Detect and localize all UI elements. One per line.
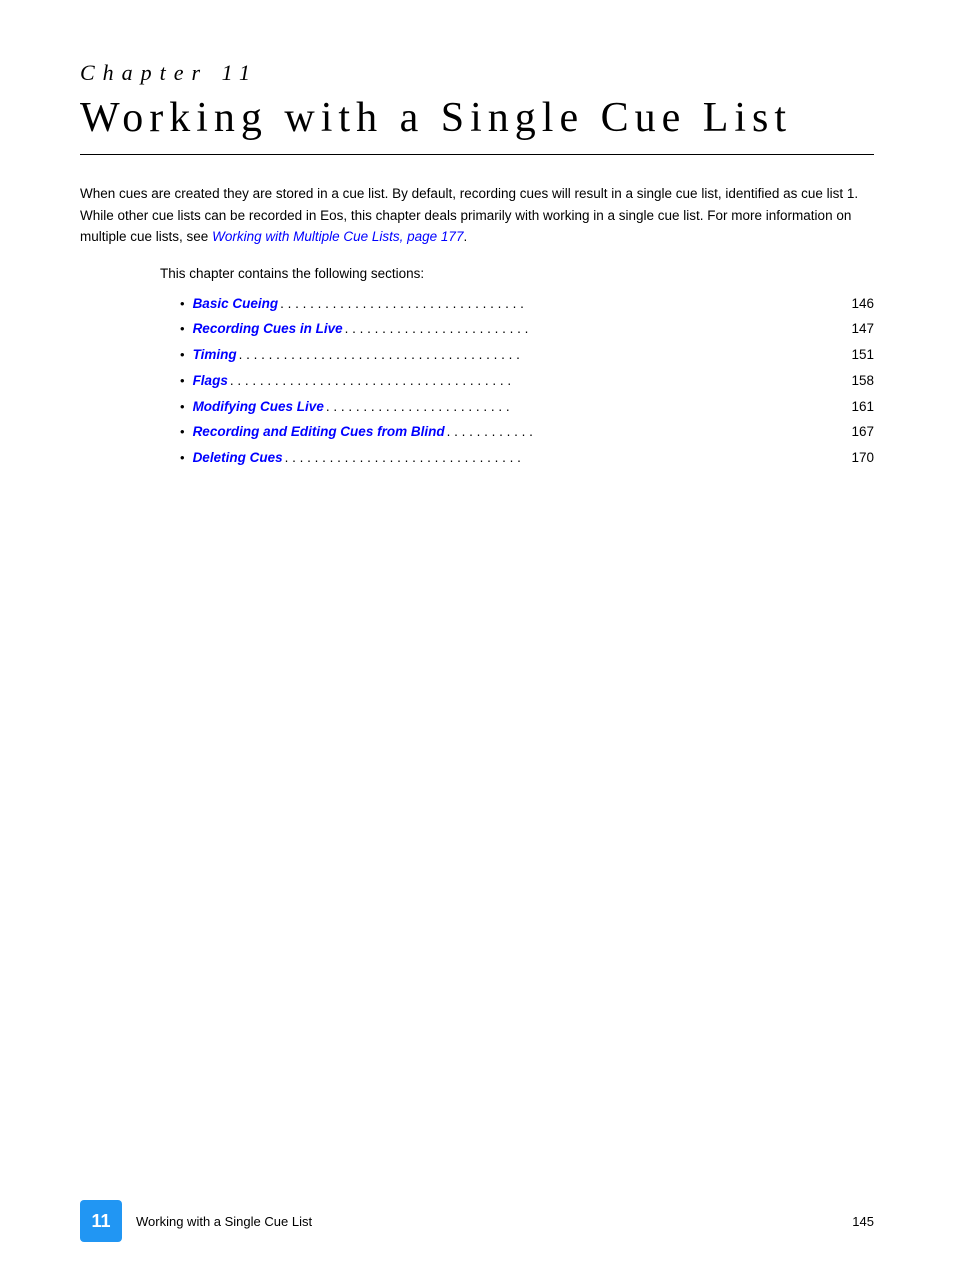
- multiple-cue-lists-link[interactable]: Working with Multiple Cue Lists, page 17…: [212, 229, 463, 244]
- divider-line: [80, 154, 874, 155]
- footer-page-number: 145: [852, 1214, 874, 1229]
- toc-page: 167: [851, 419, 874, 445]
- toc-page: 161: [851, 394, 874, 420]
- toc-link-6[interactable]: Deleting Cues: [193, 445, 283, 471]
- toc-page: 170: [851, 445, 874, 471]
- toc-dots: . . . . . . . . . . . . . . . . . . . . …: [278, 291, 851, 317]
- toc-dots: . . . . . . . . . . . . . . . . . . . . …: [283, 445, 852, 471]
- toc-dots: . . . . . . . . . . . . . . . . . . . . …: [324, 394, 852, 420]
- toc-page: 146: [851, 291, 874, 317]
- toc-bullet: •: [180, 317, 185, 342]
- toc-dots: . . . . . . . . . . . .: [445, 419, 852, 445]
- toc-item: • Recording and Editing Cues from Blind .…: [180, 419, 874, 445]
- toc-dots: . . . . . . . . . . . . . . . . . . . . …: [237, 342, 852, 368]
- toc-link-5[interactable]: Recording and Editing Cues from Blind: [193, 419, 445, 445]
- footer-chapter-title: Working with a Single Cue List: [136, 1214, 852, 1229]
- toc-bullet: •: [180, 343, 185, 368]
- toc-page: 158: [851, 368, 874, 394]
- toc-page: 151: [851, 342, 874, 368]
- toc-item: • Deleting Cues . . . . . . . . . . . . .…: [180, 445, 874, 471]
- footer-chapter-box: 11: [80, 1200, 122, 1242]
- toc-bullet: •: [180, 420, 185, 445]
- toc-item: • Timing . . . . . . . . . . . . . . . . …: [180, 342, 874, 368]
- toc-intro-text: This chapter contains the following sect…: [160, 266, 874, 281]
- page-container: Chapter 11 Working with a Single Cue Lis…: [0, 0, 954, 1272]
- toc-link-2[interactable]: Timing: [193, 342, 237, 368]
- toc-dots: . . . . . . . . . . . . . . . . . . . . …: [228, 368, 852, 394]
- intro-text-before-link: When cues are created they are stored in…: [80, 186, 858, 244]
- intro-paragraph: When cues are created they are stored in…: [80, 183, 874, 248]
- chapter-label: Chapter 11: [80, 60, 874, 86]
- toc-bullet: •: [180, 369, 185, 394]
- toc-link-1[interactable]: Recording Cues in Live: [193, 316, 343, 342]
- toc-list: • Basic Cueing . . . . . . . . . . . . . …: [180, 291, 874, 471]
- toc-page: 147: [851, 316, 874, 342]
- toc-link-0[interactable]: Basic Cueing: [193, 291, 279, 317]
- toc-bullet: •: [180, 395, 185, 420]
- toc-bullet: •: [180, 292, 185, 317]
- toc-item: • Modifying Cues Live . . . . . . . . . .…: [180, 394, 874, 420]
- toc-link-3[interactable]: Flags: [193, 368, 228, 394]
- toc-link-4[interactable]: Modifying Cues Live: [193, 394, 324, 420]
- toc-dots: . . . . . . . . . . . . . . . . . . . . …: [343, 316, 852, 342]
- toc-item: • Recording Cues in Live. . . . . . . . .…: [180, 316, 874, 342]
- toc-item: • Basic Cueing . . . . . . . . . . . . . …: [180, 291, 874, 317]
- toc-item: • Flags . . . . . . . . . . . . . . . . .…: [180, 368, 874, 394]
- chapter-title: Working with a Single Cue List: [80, 94, 874, 142]
- toc-bullet: •: [180, 446, 185, 471]
- footer: 11 Working with a Single Cue List 145: [0, 1200, 954, 1242]
